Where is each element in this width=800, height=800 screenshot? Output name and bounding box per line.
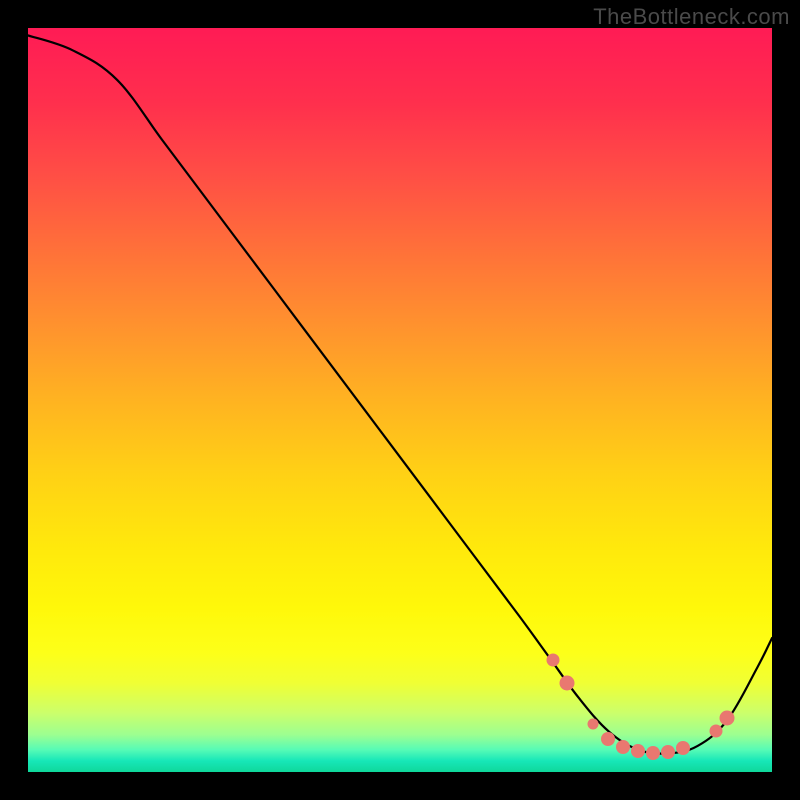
chart-plot-area bbox=[28, 28, 772, 772]
marker-dot bbox=[710, 725, 723, 738]
marker-dot bbox=[720, 710, 735, 725]
marker-dot bbox=[631, 744, 645, 758]
attribution-text: TheBottleneck.com bbox=[593, 4, 790, 30]
marker-dot bbox=[676, 741, 690, 755]
marker-dot bbox=[546, 654, 559, 667]
marker-dot bbox=[616, 740, 630, 754]
marker-dot bbox=[560, 675, 575, 690]
marker-dot bbox=[661, 745, 675, 759]
marker-dot bbox=[646, 746, 660, 760]
marker-dot bbox=[601, 732, 615, 746]
marker-dots-layer bbox=[28, 28, 772, 772]
marker-dot bbox=[588, 718, 599, 729]
